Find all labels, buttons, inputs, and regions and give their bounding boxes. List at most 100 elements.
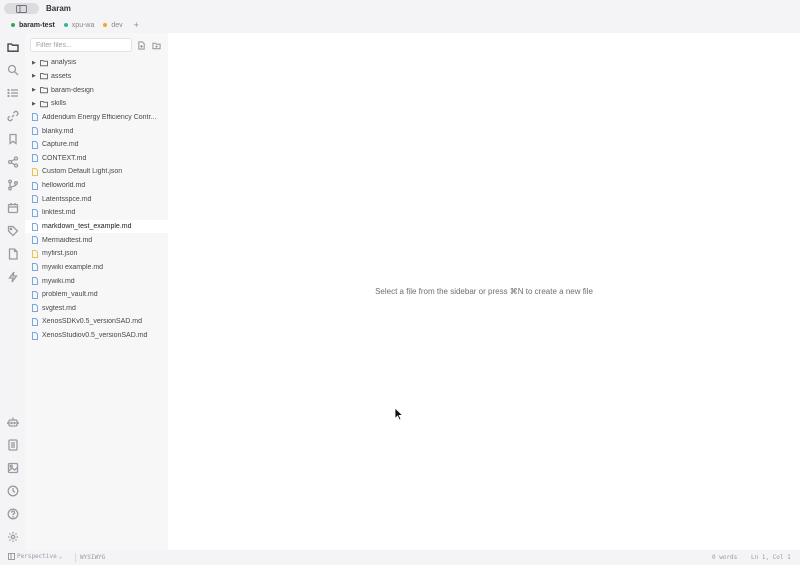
file-row[interactable]: XenosStudiov0.5_versionSAD.md (25, 329, 168, 343)
document-icon[interactable] (6, 438, 19, 451)
filter-files-input[interactable] (30, 38, 132, 52)
caret-right-icon: ▶ (32, 73, 36, 80)
image-icon[interactable] (6, 461, 19, 474)
new-file-button[interactable] (136, 40, 147, 51)
folder-icon (40, 100, 48, 108)
file-label: helloworld.md (42, 182, 86, 190)
file-row[interactable]: XenosSDKv0.5_versionSAD.md (25, 315, 168, 329)
markdown-file-icon (31, 113, 39, 122)
folder-row-analysis[interactable]: ▶ analysis (25, 56, 168, 70)
link-icon[interactable] (6, 109, 19, 122)
git-branch-icon[interactable] (6, 178, 19, 191)
markdown-file-icon (31, 222, 39, 231)
markdown-file-icon (31, 331, 39, 340)
folder-label: baram-design (51, 86, 94, 94)
file-row[interactable]: blanky.md (25, 124, 168, 138)
markdown-file-icon (31, 208, 39, 217)
new-folder-icon (152, 42, 161, 50)
file-label: problem_vault.md (42, 291, 98, 299)
file-row[interactable]: svgtest.md (25, 302, 168, 316)
tab-color-dot (103, 23, 108, 27)
sidebar-toggle-button[interactable] (4, 3, 39, 14)
tab-color-dot (63, 23, 68, 27)
file-label: Mermaidtest.md (42, 236, 93, 244)
mouse-pointer-icon (394, 407, 404, 421)
tab-dev[interactable]: dev (100, 17, 128, 33)
file-row[interactable]: Latentsspce.md (25, 192, 168, 206)
markdown-file-icon (31, 317, 39, 326)
markdown-file-icon (31, 277, 39, 286)
file-row-selected[interactable]: markdown_test_example.md (25, 219, 168, 234)
clock-icon[interactable] (6, 484, 19, 497)
file-row[interactable]: Addendum Energy Efficiency Contr... (25, 111, 168, 125)
chevron-down-icon: ⌄ (58, 553, 63, 560)
file-explorer-sidebar: ▶ analysis ▶ assets ▶ baram-design ▶ ski… (25, 33, 168, 550)
add-tab-button[interactable]: + (129, 20, 144, 30)
file-label: Addendum Energy Efficiency Contr... (42, 113, 157, 121)
perspective-selector[interactable]: Perspective ⌄ (8, 553, 62, 560)
file-label: markdown_test_example.md (42, 223, 132, 230)
sidebar-layout-icon (16, 4, 27, 13)
markdown-file-icon (31, 181, 39, 190)
share-icon[interactable] (6, 155, 19, 168)
file-row[interactable]: Capture.md (25, 138, 168, 152)
search-icon[interactable] (6, 63, 19, 76)
file-row[interactable]: Mermaidtest.md (25, 233, 168, 247)
list-icon[interactable] (6, 86, 19, 99)
empty-state-message: Select a file from the sidebar or press … (375, 287, 593, 296)
editor-area[interactable]: Select a file from the sidebar or press … (168, 33, 800, 550)
tab-label: dev (111, 21, 123, 29)
folder-icon (40, 59, 48, 67)
title-bar: Baram (0, 0, 800, 17)
editor-mode-toggle[interactable]: WYSIWYG (80, 554, 105, 561)
folder-row-assets[interactable]: ▶ assets (25, 70, 168, 84)
calendar-icon[interactable] (6, 201, 19, 214)
lightning-icon[interactable] (6, 270, 19, 283)
file-row[interactable]: CONTEXT.md (25, 151, 168, 165)
caret-right-icon: ▶ (32, 59, 36, 66)
file-row[interactable]: mywiki example.md (25, 261, 168, 275)
file-row[interactable]: Custom Default Light.json (25, 165, 168, 179)
file-row[interactable]: helloworld.md (25, 179, 168, 193)
file-label: linktest.md (42, 209, 76, 217)
file-label: Latentsspce.md (42, 195, 92, 203)
help-icon[interactable] (6, 507, 19, 520)
folder-row-skills[interactable]: ▶ skills (25, 97, 168, 111)
tab-bar: baram-test xpu-wa dev + (0, 17, 800, 33)
settings-icon[interactable] (6, 530, 19, 543)
file-row[interactable]: linktest.md (25, 206, 168, 220)
bookmark-icon[interactable] (6, 132, 19, 145)
robot-icon[interactable] (6, 415, 19, 428)
file-icon[interactable] (6, 247, 19, 260)
file-row[interactable]: problem_vault.md (25, 288, 168, 302)
new-file-icon (138, 41, 145, 50)
status-bar: Perspective ⌄ WYSIWYG 0 words Ln 1, Col … (0, 550, 800, 565)
tab-xpu-wa[interactable]: xpu-wa (61, 17, 101, 33)
markdown-file-icon (31, 140, 39, 149)
caret-right-icon: ▶ (32, 100, 36, 107)
app-title: Baram (46, 4, 71, 13)
folder-icon (40, 86, 48, 94)
tag-icon[interactable] (6, 224, 19, 237)
perspective-icon (8, 553, 15, 560)
file-label: mywiki example.md (42, 263, 104, 271)
markdown-file-icon (31, 304, 39, 313)
folder-row-baram-design[interactable]: ▶ baram-design (25, 83, 168, 97)
file-label: svgtest.md (42, 304, 76, 312)
file-label: blanky.md (42, 127, 74, 135)
file-row[interactable]: mywiki.md (25, 274, 168, 288)
file-row[interactable]: myfirst.json (25, 247, 168, 261)
file-tree: ▶ analysis ▶ assets ▶ baram-design ▶ ski… (25, 56, 168, 342)
folder-icon[interactable] (6, 40, 19, 53)
json-file-icon (31, 167, 39, 176)
folder-label: skills (51, 100, 67, 108)
markdown-file-icon (31, 290, 39, 299)
file-label: Custom Default Light.json (42, 168, 123, 176)
tab-label: baram-test (19, 21, 55, 29)
status-divider (75, 553, 76, 562)
file-label: Capture.md (42, 141, 79, 149)
markdown-file-icon (31, 236, 39, 245)
new-folder-button[interactable] (151, 40, 162, 51)
markdown-file-icon (31, 263, 39, 272)
tab-baram-test[interactable]: baram-test (8, 17, 61, 33)
